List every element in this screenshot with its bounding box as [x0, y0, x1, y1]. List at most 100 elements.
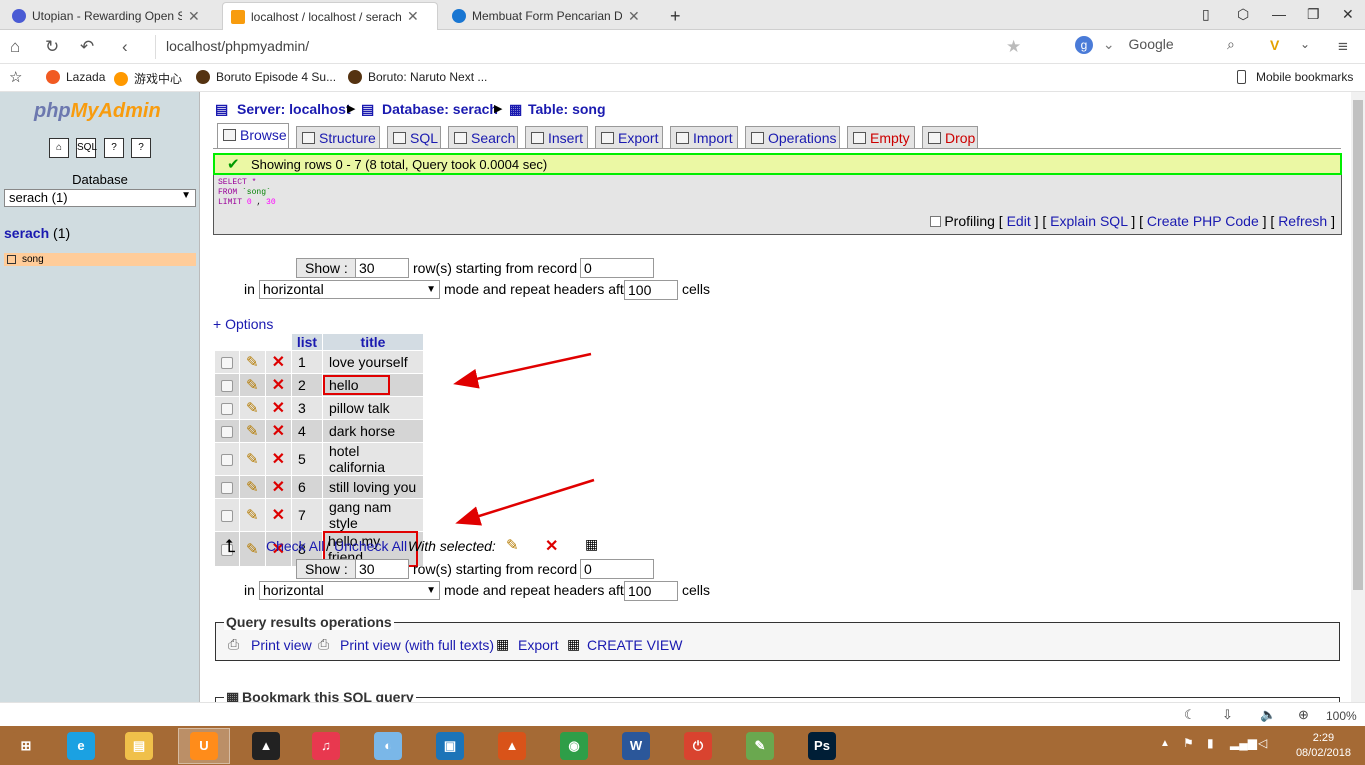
extension-icon[interactable]: V [1270, 37, 1279, 53]
taskbar-windows-start-icon[interactable]: ⊞ [0, 728, 52, 764]
tab-sql[interactable]: SQL [387, 126, 441, 148]
undo-icon[interactable]: ↶ [80, 37, 94, 57]
night-mode-icon[interactable]: ☾ [1184, 707, 1196, 723]
display-mode-select[interactable]: horizontal ▼ [259, 280, 440, 299]
print-view-full-link[interactable]: Print view (with full texts) [340, 637, 494, 653]
start-record-input[interactable]: 0 [580, 258, 654, 278]
battery-icon[interactable]: ▮ [1207, 736, 1214, 750]
tab-browse[interactable]: Browse [217, 123, 289, 148]
bookmark-lazada[interactable]: Lazada [46, 70, 105, 84]
tab-empty[interactable]: Empty [847, 126, 915, 148]
edit-pencil-icon[interactable]: ✎ [246, 507, 259, 524]
delete-selected-icon[interactable]: ✕ [545, 536, 558, 556]
edit-pencil-icon[interactable]: ✎ [246, 541, 259, 558]
create-php-code-link[interactable]: Create PHP Code [1147, 213, 1259, 229]
tab-import[interactable]: Import [670, 126, 738, 148]
tab-export[interactable]: Export [595, 126, 663, 148]
show-button[interactable]: Show : [296, 258, 357, 278]
star-icon[interactable]: ★ [1006, 37, 1021, 57]
bookmark-boruto-episode[interactable]: Boruto Episode 4 Su... [196, 70, 336, 84]
menu-icon[interactable]: ≡ [1338, 37, 1348, 57]
delete-x-icon[interactable]: ✕ [272, 479, 285, 496]
profiling-checkbox[interactable] [930, 216, 942, 227]
browser-tab-membuat-form[interactable]: Membuat Form Pencarian Der ✕ [444, 2, 658, 30]
taskbar-matlab-icon[interactable]: ▲ [486, 728, 538, 764]
taskbar-app-blue-icon[interactable]: ▣ [424, 728, 476, 764]
search-icon[interactable]: ⌕ [1227, 36, 1235, 53]
options-toggle[interactable]: + Options [213, 316, 273, 332]
signal-icon[interactable]: ▂▄▆ [1230, 736, 1257, 750]
taskbar-uc-browser-icon[interactable]: U [178, 728, 230, 764]
rows-count-input[interactable]: 30 [355, 258, 409, 278]
window-close-icon[interactable]: ✕ [1342, 6, 1354, 23]
network-error-icon[interactable]: ⚑ [1183, 736, 1194, 750]
tab-list-icon[interactable]: ▯ [1202, 6, 1210, 23]
breadcrumb-database[interactable]: Database: serach [382, 101, 498, 117]
show-button[interactable]: Show : [296, 559, 357, 579]
download-icon[interactable]: ⇩ [1222, 707, 1233, 723]
search-engine-box[interactable]: g ⌄ Google ⌕ [1075, 36, 1255, 58]
edit-pencil-icon[interactable]: ✎ [246, 423, 259, 440]
close-icon[interactable]: ✕ [188, 8, 200, 25]
new-tab-button[interactable]: + [662, 2, 688, 30]
reload-icon[interactable]: ↻ [45, 37, 59, 57]
browser-tab-utopian[interactable]: Utopian - Rewarding Open So ✕ [4, 2, 218, 30]
explain-sql-link[interactable]: Explain SQL [1050, 213, 1127, 229]
home-icon[interactable]: ⌂ [49, 138, 69, 158]
taskbar-itunes-icon[interactable]: ♫ [300, 728, 352, 764]
maximize-icon[interactable]: ❐ [1307, 6, 1320, 23]
bookmark-game-center[interactable]: 游戏中心 [114, 70, 182, 87]
tab-insert[interactable]: Insert [525, 126, 588, 148]
taskbar-power-app-icon[interactable]: ⏻ [672, 728, 724, 764]
phpmyadmin-logo[interactable]: phpMyAdmin [34, 100, 161, 123]
taskbar-chrome-icon[interactable]: ◉ [548, 728, 600, 764]
volume-icon[interactable]: 🔈 [1260, 707, 1276, 723]
print-view-link[interactable]: Print view [251, 637, 312, 653]
delete-x-icon[interactable]: ✕ [272, 423, 285, 440]
row-checkbox[interactable] [221, 380, 233, 393]
taskbar-word-icon[interactable]: W [610, 728, 662, 764]
export-selected-icon[interactable]: ▦ [585, 536, 598, 553]
close-icon[interactable]: ✕ [628, 8, 640, 25]
row-checkbox[interactable] [221, 454, 233, 467]
row-checkbox[interactable] [221, 403, 233, 416]
sidebar-table-song[interactable]: song [4, 253, 196, 266]
delete-x-icon[interactable]: ✕ [272, 377, 285, 394]
tab-operations[interactable]: Operations [745, 126, 840, 148]
refresh-link[interactable]: Refresh [1278, 213, 1327, 229]
back-icon[interactable]: ‹ [122, 37, 128, 57]
edit-pencil-icon[interactable]: ✎ [246, 451, 259, 468]
row-checkbox[interactable] [221, 510, 233, 523]
repeat-headers-input[interactable]: 100 [624, 581, 678, 601]
breadcrumb-table[interactable]: Table: song [528, 101, 606, 117]
column-header-title[interactable]: title [322, 334, 423, 350]
delete-x-icon[interactable]: ✕ [272, 354, 285, 371]
taskbar-file-explorer-icon[interactable]: ▤ [113, 728, 165, 764]
mobile-bookmarks[interactable]: Mobile bookmarks [1237, 70, 1353, 84]
bookmark-boruto-naruto[interactable]: Boruto: Naruto Next ... [348, 70, 487, 84]
shield-icon[interactable]: ⬡ [1237, 6, 1249, 23]
breadcrumb-server[interactable]: Server: localhost [237, 101, 351, 117]
page-scrollbar[interactable] [1351, 92, 1365, 702]
bookmark-star-icon[interactable]: ☆ [9, 68, 22, 86]
repeat-headers-input[interactable]: 100 [624, 280, 678, 300]
display-mode-select[interactable]: horizontal ▼ [259, 581, 440, 600]
taskbar-internet-explorer-icon[interactable]: e [55, 728, 107, 764]
taskbar-cleaner-icon[interactable]: ◐ [362, 728, 414, 764]
rows-count-input[interactable]: 30 [355, 559, 409, 579]
create-view-link[interactable]: CREATE VIEW [587, 637, 682, 653]
browser-tab-phpmyadmin[interactable]: localhost / localhost / serach / ✕ [222, 2, 438, 30]
current-database[interactable]: serach (1) [4, 225, 70, 241]
edit-selected-icon[interactable]: ✎ [506, 536, 519, 554]
help-icon[interactable]: ? [131, 138, 151, 158]
scrollbar-thumb[interactable] [1353, 100, 1363, 590]
close-icon[interactable]: ✕ [407, 8, 419, 25]
database-select[interactable]: serach (1) ▼ [4, 189, 196, 207]
edit-pencil-icon[interactable]: ✎ [246, 377, 259, 394]
row-checkbox[interactable] [221, 426, 233, 439]
zoom-icon[interactable]: ⊕ [1298, 707, 1309, 723]
tray-chevron-icon[interactable]: ▲ [1160, 738, 1170, 749]
volume-tray-icon[interactable]: ◁ [1258, 736, 1267, 750]
edit-pencil-icon[interactable]: ✎ [246, 400, 259, 417]
minimize-icon[interactable]: — [1272, 6, 1286, 22]
